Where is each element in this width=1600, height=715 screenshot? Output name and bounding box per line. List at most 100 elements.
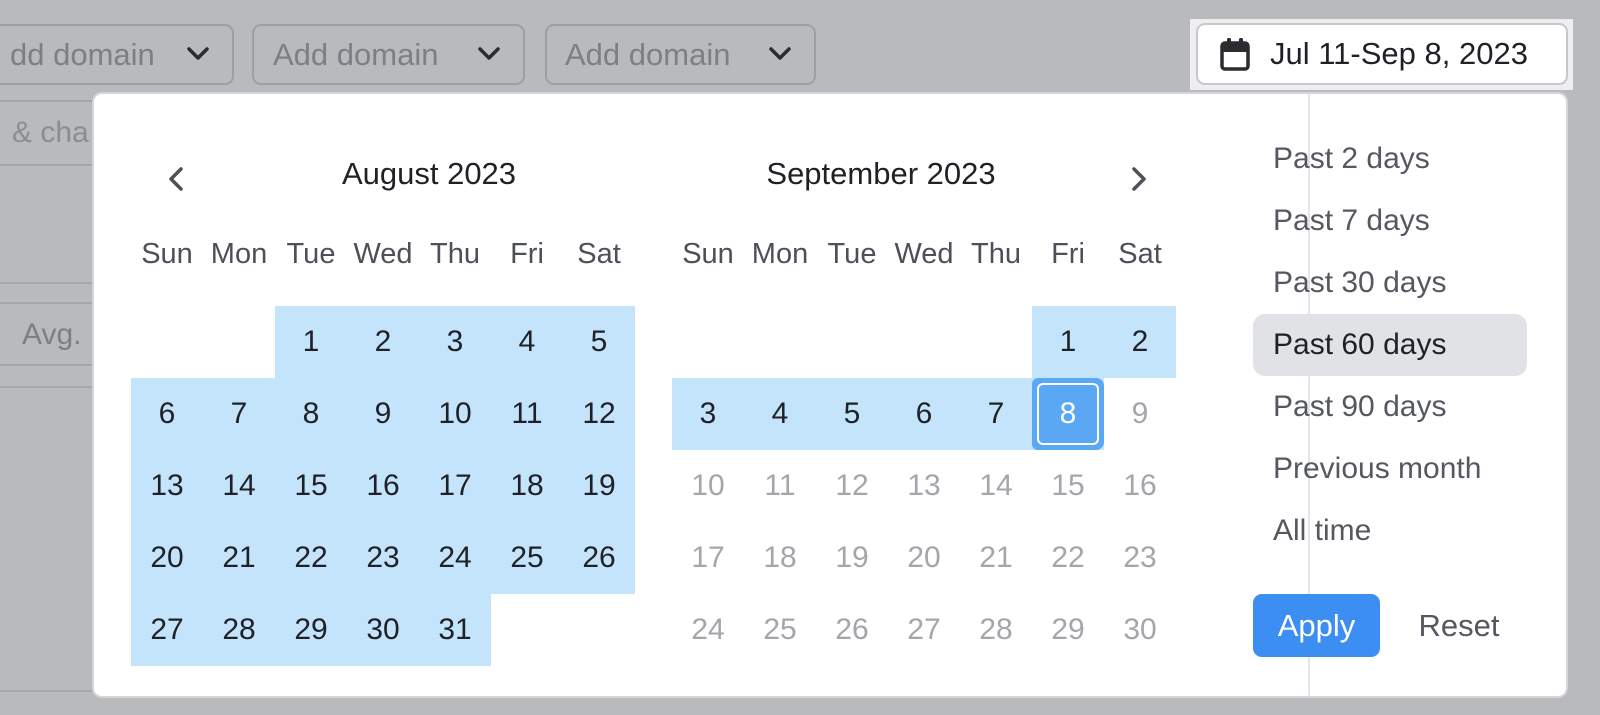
day-cell[interactable]: 2 [1104, 306, 1176, 378]
date-range-label: Jul 11-Sep 8, 2023 [1270, 36, 1528, 71]
day-number: 16 [1123, 469, 1157, 502]
day-number: 9 [1131, 397, 1149, 430]
day-cell[interactable]: 10 [672, 450, 744, 522]
day-cell[interactable]: 30 [1104, 594, 1176, 666]
day-cell[interactable]: 2 [347, 306, 419, 378]
day-cell[interactable]: 12 [816, 450, 888, 522]
chevron-left-icon[interactable] [166, 166, 186, 192]
day-cell[interactable]: 18 [491, 450, 563, 522]
preset-option[interactable]: Past 7 days [1253, 190, 1527, 252]
date-range-button[interactable]: Jul 11-Sep 8, 2023 [1196, 23, 1568, 85]
day-number: 30 [366, 613, 400, 646]
day-cell[interactable]: 5 [816, 378, 888, 450]
day-number: 5 [590, 325, 608, 358]
day-cell[interactable]: 9 [1104, 378, 1176, 450]
day-cell[interactable]: 18 [744, 522, 816, 594]
day-cell[interactable]: 28 [960, 594, 1032, 666]
preset-option[interactable]: Past 30 days [1253, 252, 1527, 314]
day-cell[interactable]: 30 [347, 594, 419, 666]
day-cell[interactable]: 11 [744, 450, 816, 522]
day-cell[interactable]: 23 [1104, 522, 1176, 594]
day-cell[interactable]: 8 [275, 378, 347, 450]
weekday-label: Fri [1051, 238, 1085, 270]
domain-select-3[interactable]: Add domain [545, 24, 816, 85]
day-cell[interactable]: 1 [1032, 306, 1104, 378]
day-cell[interactable]: 27 [888, 594, 960, 666]
weekday-label: Wed [353, 238, 413, 270]
day-cell[interactable]: 29 [275, 594, 347, 666]
day-cell[interactable]: 11 [491, 378, 563, 450]
day-cell[interactable]: 16 [1104, 450, 1176, 522]
right-month-title: September 2023 [766, 156, 996, 191]
day-cell[interactable]: 26 [816, 594, 888, 666]
day-cell[interactable]: 21 [203, 522, 275, 594]
day-cell-selected[interactable]: 8 [1032, 378, 1104, 450]
preset-option[interactable]: Past 2 days [1253, 128, 1527, 190]
day-cell[interactable]: 25 [744, 594, 816, 666]
day-cell[interactable]: 21 [960, 522, 1032, 594]
day-cell[interactable]: 24 [672, 594, 744, 666]
day-cell[interactable]: 20 [131, 522, 203, 594]
day-cell[interactable]: 5 [563, 306, 635, 378]
day-cell[interactable]: 29 [1032, 594, 1104, 666]
day-cell[interactable]: 28 [203, 594, 275, 666]
day-cell[interactable]: 13 [131, 450, 203, 522]
day-cell[interactable]: 12 [563, 378, 635, 450]
chevron-down-icon [769, 47, 791, 60]
chevron-right-icon[interactable] [1129, 166, 1149, 192]
weekday-header: Sun Mon Tue Wed Thu Fri Sat [131, 234, 637, 292]
day-blank [816, 306, 888, 378]
day-cell[interactable]: 6 [131, 378, 203, 450]
day-cell[interactable]: 24 [419, 522, 491, 594]
day-cell[interactable]: 20 [888, 522, 960, 594]
day-number: 12 [582, 397, 616, 430]
day-cell[interactable]: 17 [672, 522, 744, 594]
day-cell[interactable]: 22 [1032, 522, 1104, 594]
reset-button[interactable]: Reset [1404, 594, 1514, 657]
day-cell[interactable]: 4 [744, 378, 816, 450]
chevron-down-icon [187, 47, 209, 60]
day-cell[interactable]: 16 [347, 450, 419, 522]
day-cell[interactable]: 14 [203, 450, 275, 522]
day-cell[interactable]: 27 [131, 594, 203, 666]
weekday-label: Wed [894, 238, 954, 270]
day-cell[interactable]: 26 [563, 522, 635, 594]
day-cell[interactable]: 22 [275, 522, 347, 594]
day-cell[interactable]: 4 [491, 306, 563, 378]
day-number: 17 [438, 469, 472, 502]
day-cell[interactable]: 9 [347, 378, 419, 450]
preset-option[interactable]: All time [1253, 500, 1527, 562]
day-cell[interactable]: 6 [888, 378, 960, 450]
day-blank [672, 306, 744, 378]
day-cell[interactable]: 19 [816, 522, 888, 594]
day-cell[interactable]: 19 [563, 450, 635, 522]
domain-select-1[interactable]: dd domain [0, 24, 234, 85]
day-number: 25 [510, 541, 544, 574]
day-cell[interactable]: 3 [419, 306, 491, 378]
day-number: 28 [979, 613, 1013, 646]
day-cell[interactable]: 1 [275, 306, 347, 378]
apply-button[interactable]: Apply [1253, 594, 1380, 657]
divider [0, 386, 94, 388]
day-cell[interactable]: 7 [960, 378, 1032, 450]
day-cell[interactable]: 25 [491, 522, 563, 594]
day-cell[interactable]: 31 [419, 594, 491, 666]
day-cell[interactable]: 14 [960, 450, 1032, 522]
preset-option[interactable]: Past 90 days [1253, 376, 1527, 438]
day-number: 29 [294, 613, 328, 646]
day-cell[interactable]: 3 [672, 378, 744, 450]
day-cell[interactable]: 10 [419, 378, 491, 450]
domain-select-2[interactable]: Add domain [252, 24, 525, 85]
day-cell[interactable]: 15 [1032, 450, 1104, 522]
preset-option[interactable]: Past 60 days [1253, 314, 1527, 376]
preset-option[interactable]: Previous month [1253, 438, 1527, 500]
day-cell[interactable]: 13 [888, 450, 960, 522]
day-number: 27 [907, 613, 941, 646]
day-cell[interactable]: 17 [419, 450, 491, 522]
day-number: 8 [302, 397, 320, 430]
day-cell[interactable]: 7 [203, 378, 275, 450]
day-cell[interactable]: 15 [275, 450, 347, 522]
weekday-label: Fri [510, 238, 544, 270]
day-cell[interactable]: 23 [347, 522, 419, 594]
day-number: 15 [294, 469, 328, 502]
